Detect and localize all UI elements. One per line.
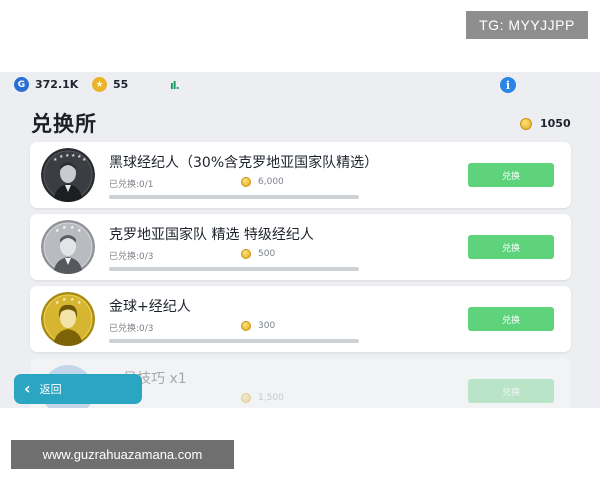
exchange-item: ★ ★ ★ ★ 金球+经纪人 已兑换:0/3 300 兑换 xyxy=(30,286,571,352)
redeem-button[interactable]: 兑换 xyxy=(468,163,554,187)
coin-balance: 1050 xyxy=(520,117,571,130)
coin-icon xyxy=(520,117,532,130)
stars-value: 55 xyxy=(113,78,129,91)
coin-icon xyxy=(241,393,251,403)
redeemed-count: 已兑换:0/3 xyxy=(109,324,154,334)
svg-text:★: ★ xyxy=(65,153,70,159)
redeemed-count: 已兑换:0/1 xyxy=(109,180,154,190)
svg-text:★: ★ xyxy=(55,228,60,234)
svg-text:★: ★ xyxy=(55,300,60,306)
redeem-button[interactable]: 兑换 xyxy=(468,235,554,259)
svg-text:★: ★ xyxy=(59,154,64,160)
back-button[interactable]: ‹ 返回 xyxy=(14,374,142,404)
item-cost-value: 1,500 xyxy=(258,393,284,403)
svg-text:★: ★ xyxy=(70,297,75,303)
item-cost-value: 6,000 xyxy=(258,177,284,187)
redeemed-count: 已兑换:0/3 xyxy=(109,252,154,262)
exchange-item: ★ ★ ★ ★ 克罗地亚国家队 精选 特级经纪人 已兑换:0/3 500 兑换 xyxy=(30,214,571,280)
page-title: 兑换所 xyxy=(31,112,97,136)
info-icon[interactable]: i xyxy=(500,77,516,93)
gp-coin-icon: G xyxy=(14,77,29,92)
agent-avatar-icon: ★ ★ ★ ★ xyxy=(41,220,95,274)
svg-text:★: ★ xyxy=(77,300,82,306)
gp-value: 372.1K xyxy=(35,78,79,91)
redeem-progress-bar xyxy=(109,195,359,199)
gp-currency[interactable]: G 372.1K xyxy=(14,77,78,92)
redeem-progress-bar xyxy=(109,339,359,343)
item-cost: 1,500 xyxy=(241,393,284,403)
svg-text:★: ★ xyxy=(70,225,75,231)
game-panel: G 372.1K ★ 55 ıl. i 兑换所 1050 ★★★★★★ xyxy=(0,72,600,408)
redeem-button[interactable]: 兑换 xyxy=(468,307,554,331)
star-icon: ★ xyxy=(92,77,107,92)
site-watermark: www.guzrahuazamana.com xyxy=(11,440,234,469)
star-currency[interactable]: ★ 55 xyxy=(92,77,128,92)
item-cost-value: 500 xyxy=(258,249,276,259)
exchange-item: ★ ★ ★ ★ ★ ★ 黑球经纪人（30%含克罗地亚国家队精选） 已兑换:0/1 6,00… xyxy=(30,142,571,208)
agent-avatar-icon: ★ ★ ★ ★ ★ ★ xyxy=(41,148,95,202)
item-cost-value: 300 xyxy=(258,321,276,331)
item-name: 金球+经纪人 xyxy=(109,299,191,315)
agent-avatar-icon: ★ ★ ★ ★ xyxy=(41,292,95,346)
back-label: 返回 xyxy=(39,383,62,396)
screen: TG: MYYJJPP G 372.1K ★ 55 ıl. i 兑换所 1050 xyxy=(0,0,600,480)
item-cost: 6,000 xyxy=(241,177,284,187)
svg-text:★: ★ xyxy=(62,297,67,303)
item-cost: 300 xyxy=(241,321,275,331)
coin-balance-value: 1050 xyxy=(540,117,571,130)
coin-icon xyxy=(241,249,251,259)
coin-icon xyxy=(241,177,251,187)
item-name: 黑球经纪人（30%含克罗地亚国家队精选） xyxy=(109,155,379,171)
item-name: 克罗地亚国家队 精选 特级经纪人 xyxy=(109,227,314,243)
chevron-left-icon: ‹ xyxy=(24,379,31,398)
svg-text:★: ★ xyxy=(71,153,76,159)
svg-text:★: ★ xyxy=(62,225,67,231)
signal-icon: ıl. xyxy=(170,79,180,92)
telegram-watermark: TG: MYYJJPP xyxy=(466,11,588,39)
redeem-progress-bar xyxy=(109,267,359,271)
svg-text:★: ★ xyxy=(77,228,82,234)
item-cost: 500 xyxy=(241,249,275,259)
svg-text:★: ★ xyxy=(53,157,58,163)
redeem-button[interactable]: 兑换 xyxy=(468,379,554,403)
top-status-bar: G 372.1K ★ 55 ıl. i xyxy=(0,72,600,98)
coin-icon xyxy=(241,321,251,331)
svg-text:★: ★ xyxy=(82,157,87,163)
